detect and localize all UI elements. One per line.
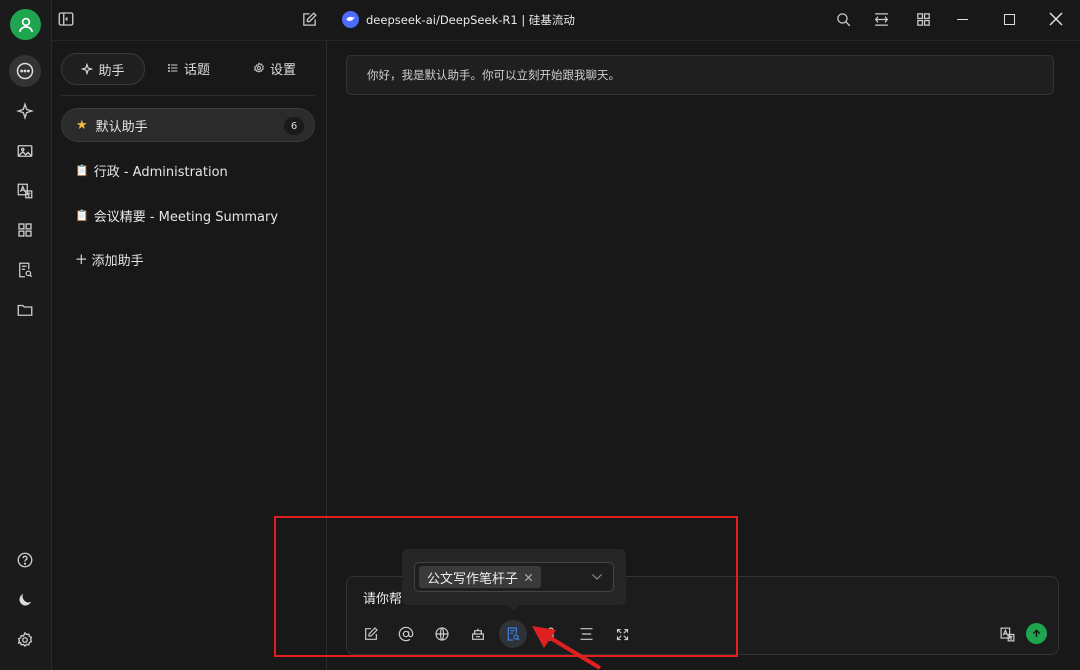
search-icon [837,13,851,27]
tab-settings[interactable]: 设置 [253,53,296,83]
add-assistant-button[interactable]: + 添加助手 [61,242,315,276]
user-icon [18,17,33,32]
tab-assistants[interactable]: 助手 [61,53,145,85]
sidebar-toggle-icon [58,12,74,26]
translate-icon [17,183,33,199]
rail-settings-button[interactable] [9,624,41,656]
close-icon[interactable] [524,573,533,582]
knowledge-icon [19,262,33,278]
clipboard-icon: 📋 [75,208,89,222]
assistant-sidebar: 助手 话题 设置 ★ 默认助手 6 📋 行政 - Administration … [51,41,327,670]
settings-icon [17,631,33,648]
plus-icon: + [75,250,88,268]
deepseek-logo-icon [342,11,359,28]
minimize-button[interactable] [957,19,968,20]
assistant-item-meeting-summary[interactable]: 📋 会议精要 - Meeting Summary [61,198,315,232]
minapps-button[interactable] [915,11,932,28]
new-chat-button[interactable] [301,11,318,28]
tab-label: 助手 [98,63,125,79]
knowledge-base-tag: 公文写作笔杆子 [419,566,542,588]
rail-translate-button[interactable] [9,175,41,207]
sparkle-icon [81,63,94,75]
rail-files-button[interactable] [9,294,41,326]
sparkle-icon [16,102,34,120]
assistant-item-administration[interactable]: 📋 行政 - Administration [61,153,315,187]
rail-knowledge-button[interactable] [9,254,41,286]
mention-model-tool[interactable] [392,620,420,648]
layout-button[interactable] [873,11,890,28]
model-selector[interactable]: deepseek-ai/DeepSeek-R1 | 硅基流动 [342,11,575,28]
at-icon [398,626,414,642]
assistant-label: 默认助手 [95,119,148,135]
knowledge-base-select[interactable]: 公文写作笔杆子 [414,562,614,592]
translate-tool[interactable] [993,620,1021,648]
close-button[interactable] [1049,12,1063,26]
assistant-label: 会议精要 - Meeting Summary [93,209,279,225]
globe-icon [435,627,449,641]
user-avatar[interactable] [10,9,41,40]
folder-icon [17,304,33,316]
assistant-greeting: 你好，我是默认助手。你可以立刻开始跟我聊天。 [346,55,1054,95]
apps-icon [18,223,32,237]
rail-image-button[interactable] [9,135,41,167]
send-button[interactable] [1026,623,1047,644]
rail-help-button[interactable] [9,544,41,576]
list-icon [168,64,178,72]
toggle-sidebar-button[interactable] [57,10,75,28]
knowledge-base-popover: 公文写作笔杆子 [402,549,626,611]
rail-agents-button[interactable] [9,95,41,127]
model-title: deepseek-ai/DeepSeek-R1 | 硅基流动 [366,12,575,27]
tab-label: 话题 [184,62,211,78]
dropdown-toggle[interactable] [591,572,603,582]
chat-icon [16,62,34,80]
search-button[interactable] [835,11,852,28]
maximize-button[interactable] [1004,14,1015,25]
mcp-tool[interactable] [464,620,492,648]
rail-chat-button[interactable] [9,55,41,87]
tab-topics[interactable]: 话题 [167,53,210,83]
topic-count-badge: 6 [284,117,304,135]
expand-icon [616,628,628,640]
top-bar: deepseek-ai/DeepSeek-R1 | 硅基流动 [51,0,1080,41]
new-topic-tool[interactable] [357,620,385,648]
pointer-arrow [532,626,602,670]
add-assistant-label: 添加助手 [91,253,144,269]
knowledge-icon [507,627,520,641]
message-input[interactable]: 请你帮 [363,588,402,607]
gear-icon [253,62,264,73]
close-icon [1049,12,1063,26]
clipboard-icon: 📋 [75,163,89,177]
translate-icon [1000,627,1014,641]
knowledge-tag-label: 公文写作笔杆子 [427,571,519,587]
help-icon [17,552,33,568]
edit-icon [303,12,317,26]
toolbox-icon [472,628,484,640]
edit-icon [365,627,378,640]
rail-theme-button[interactable] [9,584,41,616]
tab-label: 设置 [270,62,297,78]
chevron-down-icon [592,574,602,580]
split-view-icon [875,13,888,26]
sidebar-divider [61,95,315,96]
left-rail [0,0,52,670]
arrow-up-icon [1032,629,1041,638]
assistant-label: 行政 - Administration [93,164,228,180]
grid-icon [917,13,930,26]
greeting-text: 你好，我是默认助手。你可以立刻开始跟我聊天。 [367,68,620,82]
image-icon [17,145,33,157]
rail-apps-button[interactable] [9,214,41,246]
web-search-tool[interactable] [428,620,456,648]
moon-icon [19,594,31,606]
knowledge-base-tool[interactable] [499,620,527,648]
star-icon: ★ [76,117,88,133]
expand-tool[interactable] [608,620,636,648]
assistant-item-default[interactable]: ★ 默认助手 6 [61,108,315,142]
